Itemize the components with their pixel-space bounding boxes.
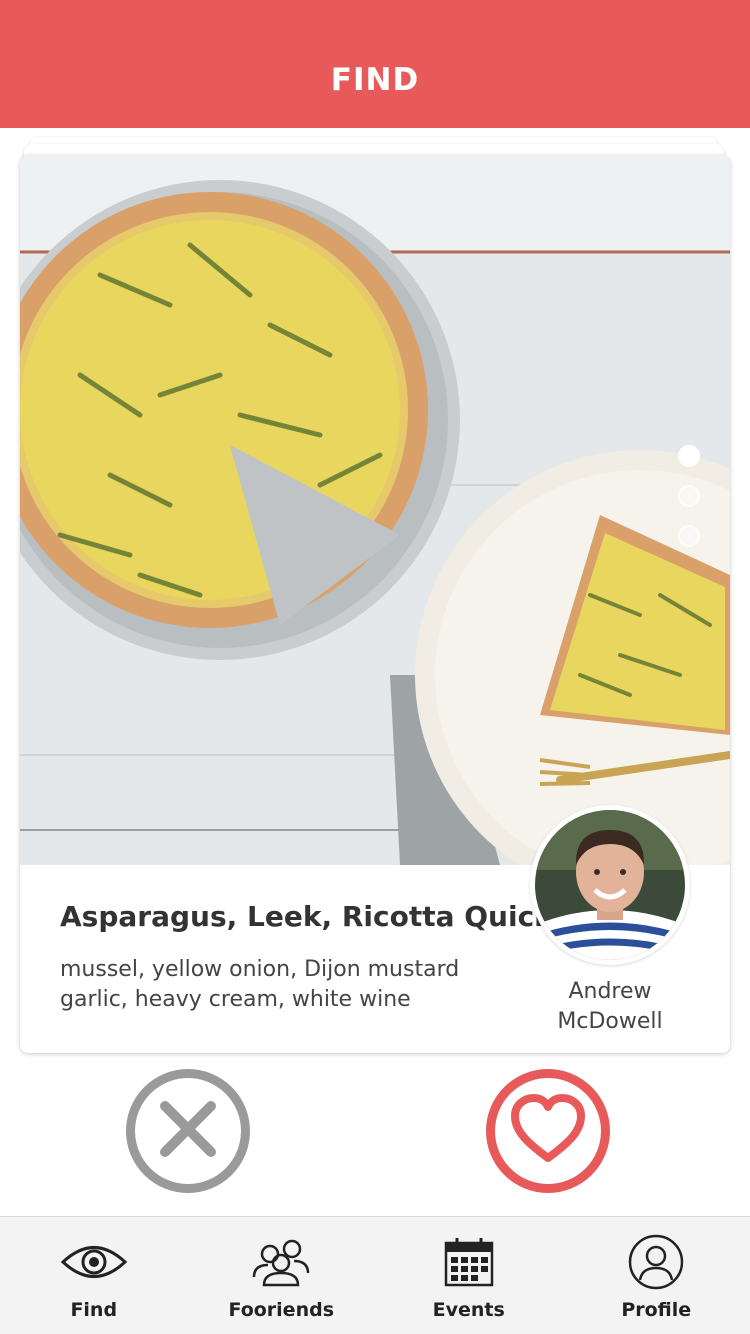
ingredients-list: mussel, yellow onion, Dijon mustard garl… [60,955,530,1015]
ingredients-line: mussel, yellow onion, Dijon mustard [60,957,460,982]
author-first-name: Andrew [568,979,652,1004]
tab-profile[interactable]: Profile [563,1217,750,1334]
user-icon [621,1233,691,1291]
recipe-photo[interactable] [20,155,730,865]
dislike-button[interactable] [126,1069,250,1193]
calendar-icon [434,1233,504,1291]
tab-find[interactable]: Find [0,1217,188,1334]
x-icon [153,1094,223,1168]
author-last-name: McDowell [557,1009,663,1034]
carousel-dot[interactable] [678,445,700,467]
author-name[interactable]: Andrew McDowell [530,977,690,1037]
tab-label: Fooriends [228,1299,335,1321]
recipe-card[interactable]: Asparagus, Leek, Ricotta Quiche mussel, … [20,155,730,1053]
recipe-title: Asparagus, Leek, Ricotta Quiche [60,900,574,933]
tab-events[interactable]: Events [375,1217,563,1334]
tab-fooriends[interactable]: Fooriends [188,1217,376,1334]
page-title: FIND [330,62,420,98]
bottom-tab-bar: Find Fooriends Events Profile [0,1216,750,1334]
like-button[interactable] [486,1069,610,1193]
tab-label: Profile [621,1299,692,1321]
carousel-dot[interactable] [678,485,700,507]
author-avatar[interactable] [530,805,690,965]
tab-label: Events [432,1299,505,1321]
carousel-indicator [678,445,700,547]
ingredients-line: garlic, heavy cream, white wine [60,987,411,1012]
carousel-dot[interactable] [678,525,700,547]
app-header: FIND [0,0,750,128]
friends-icon [246,1233,316,1291]
heart-icon [509,1094,587,1168]
eye-icon [59,1233,129,1291]
tab-label: Find [70,1299,118,1321]
